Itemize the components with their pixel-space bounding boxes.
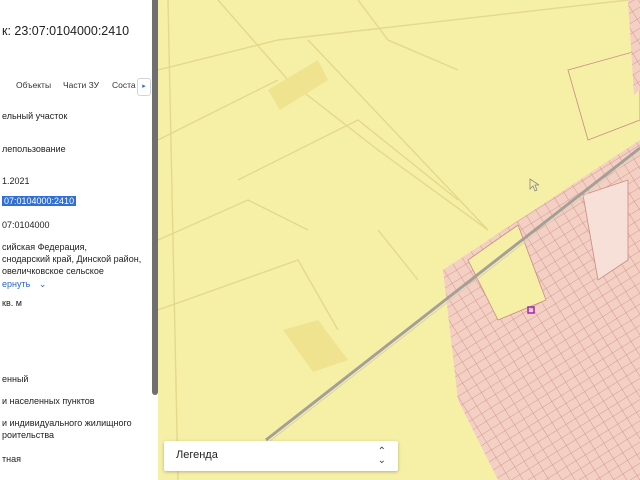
usage-line-2: роительства <box>2 430 55 440</box>
address-line-1: сийская Федерация, <box>2 242 88 252</box>
field-status: енный <box>2 374 29 384</box>
field-form: тная <box>2 454 21 464</box>
chevron-down-icon: ⌄ <box>38 279 47 289</box>
cadastral-map[interactable] <box>158 0 640 480</box>
collapse-link[interactable]: ернуть ⌄ <box>2 279 46 290</box>
field-area: кв. м <box>2 298 22 308</box>
legend-label: Легенда <box>176 449 218 461</box>
tab-composition[interactable]: Соста <box>112 80 136 90</box>
field-ownership: лепользование <box>2 144 66 154</box>
chevron-right-icon: ▸ <box>142 83 146 90</box>
map-canvas[interactable] <box>158 0 640 480</box>
tabs-scroll-right-button[interactable]: ▸ <box>137 78 151 96</box>
legend-selector[interactable]: Легенда ⌃ ⌄ <box>164 441 398 471</box>
address-line-3: овеличковское сельское <box>2 266 104 276</box>
cursor-icon <box>529 178 539 192</box>
chevron-up-down-icon: ⌃ ⌄ <box>377 446 386 466</box>
field-cadastral-number[interactable]: 07:0104000:2410 <box>2 196 77 206</box>
field-date: 1.2021 <box>2 176 30 186</box>
info-panel: к: 23:07:0104000:2410 Объекты Части ЗУ С… <box>0 0 152 480</box>
address-line-2: снодарский край, Динской район, <box>2 254 142 264</box>
usage-line-1: и индивидуального жилищного <box>2 418 132 428</box>
tab-bar: Объекты Части ЗУ Соста <box>0 80 152 94</box>
parcel-title: к: 23:07:0104000:2410 <box>2 24 130 38</box>
cadastral-number-selected[interactable]: 07:0104000:2410 <box>2 196 77 206</box>
tab-objects[interactable]: Объекты <box>16 80 51 90</box>
tab-parts[interactable]: Части ЗУ <box>63 80 99 90</box>
field-category: и населенных пунктов <box>2 396 95 406</box>
field-quarter: 07:0104000 <box>2 220 50 230</box>
field-type: ельный участок <box>2 111 68 121</box>
collapse-link-label[interactable]: ернуть <box>2 279 30 289</box>
